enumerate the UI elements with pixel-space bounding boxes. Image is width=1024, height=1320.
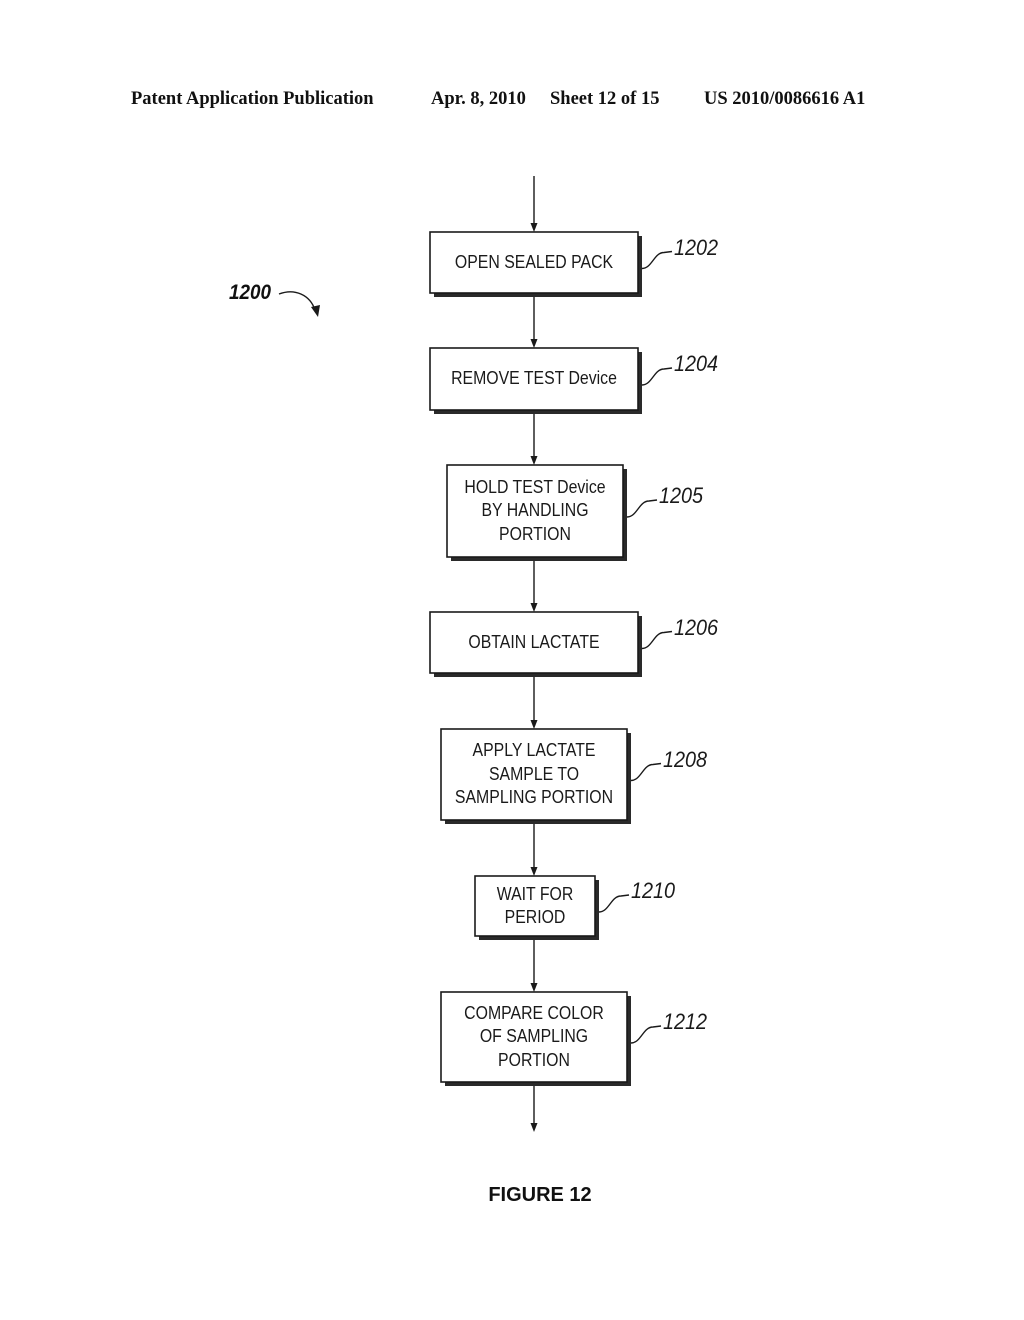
step-text-1202: OPEN SEALED PACK — [442, 232, 625, 293]
connector-arrow-1202-head — [530, 339, 538, 348]
step-text-line: OF SAMPLING — [479, 1026, 589, 1047]
connector-arrow-1205-head — [530, 603, 538, 612]
reference-number-1210: 1210 — [631, 878, 676, 903]
connector-arrow-1206-head — [530, 720, 538, 729]
step-text-line: WAIT FOR — [496, 883, 574, 904]
reference-leader-1202 — [641, 250, 673, 270]
reference-number-1206: 1206 — [674, 614, 719, 640]
step-text-line: COMPARE COLOR — [464, 1002, 604, 1023]
connector-arrow-1204-head — [530, 456, 538, 465]
reference-number-1202: 1202 — [674, 234, 719, 260]
step-text-line: PORTION — [498, 1049, 570, 1070]
step-text-1206: OBTAIN LACTATE — [442, 612, 625, 673]
figure-reference-arrow — [278, 291, 316, 311]
figure-caption: FIGURE 12 — [488, 1184, 592, 1206]
step-text-1204: REMOVE TEST Device — [442, 348, 625, 410]
step-text-1208: APPLY LACTATE SAMPLE TO SAMPLING PORTION — [452, 729, 616, 820]
step-text-line: SAMPLING PORTION — [454, 787, 614, 808]
reference-leader-1206 — [641, 630, 673, 650]
reference-leader-1205 — [626, 499, 658, 518]
reference-leader-1208 — [630, 762, 662, 782]
figure-reference-number: 1200 — [229, 281, 272, 304]
reference-leader-1204 — [641, 367, 673, 386]
reference-number-1212: 1212 — [663, 1009, 708, 1034]
step-text-1212: COMPARE COLOR OF SAMPLING PORTION — [452, 992, 616, 1082]
step-text-line: BY HANDLING — [481, 500, 589, 521]
reference-number-1204: 1204 — [674, 351, 719, 376]
step-text-line: PERIOD — [504, 907, 566, 927]
connector-arrow-1208-head — [530, 867, 538, 876]
step-text-1205: HOLD TEST Device BY HANDLING PORTION — [458, 465, 613, 557]
reference-number-1208: 1208 — [663, 746, 708, 772]
step-text-line: OBTAIN LACTATE — [468, 631, 600, 652]
step-text-line: PORTION — [499, 523, 571, 544]
step-text-line: SAMPLE TO — [488, 763, 580, 784]
reference-leader-1210 — [598, 894, 630, 913]
connector-arrow-1210-head — [530, 983, 538, 992]
figure-reference-arrowhead — [311, 305, 320, 317]
step-text-line: REMOVE TEST Device — [451, 368, 617, 389]
reference-leader-1212 — [630, 1025, 662, 1044]
reference-number-1205: 1205 — [659, 483, 704, 508]
step-text-1210: WAIT FOR PERIOD — [482, 876, 588, 936]
entry-arrow-head — [530, 223, 538, 232]
step-text-line: APPLY LACTATE — [472, 740, 596, 761]
exit-arrow-head — [530, 1123, 538, 1132]
step-text-line: HOLD TEST Device — [464, 476, 606, 497]
step-text-line: OPEN SEALED PACK — [454, 251, 614, 272]
